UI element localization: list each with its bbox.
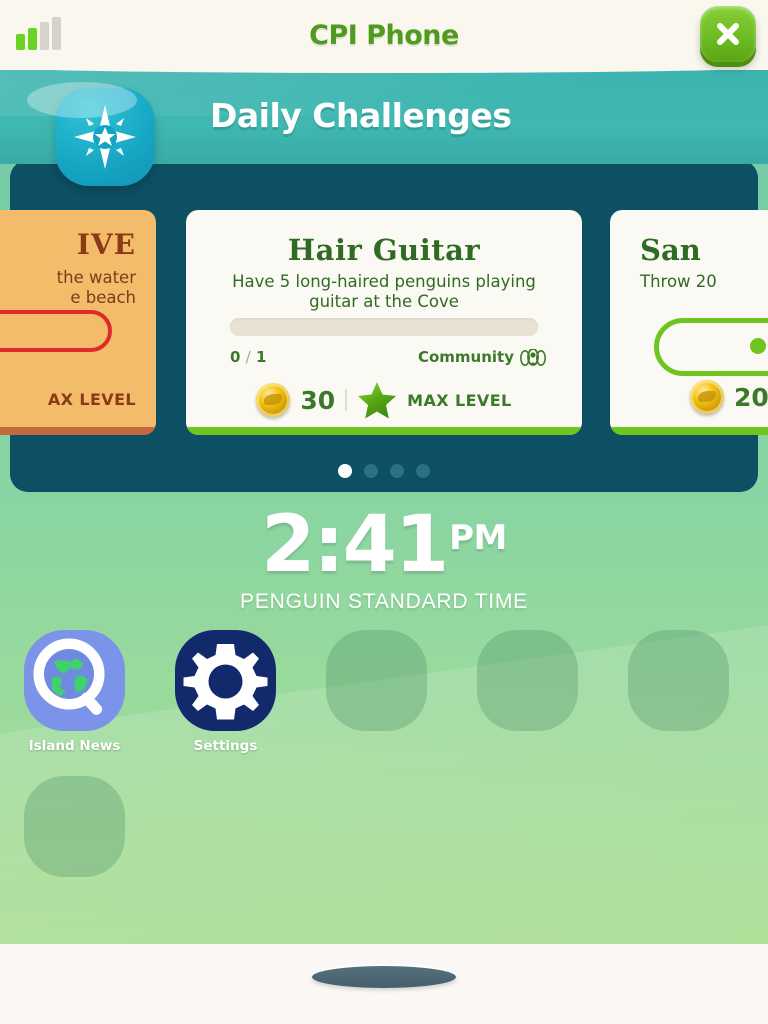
close-button[interactable] bbox=[700, 6, 756, 62]
app-empty-slot-1[interactable] bbox=[326, 630, 427, 754]
page-dot-2[interactable] bbox=[364, 464, 378, 478]
card-community-tag: Community bbox=[418, 348, 546, 366]
clock-ampm: PM bbox=[449, 518, 507, 559]
globe-magnifier-icon bbox=[24, 630, 125, 731]
card-footer-bar bbox=[186, 427, 582, 435]
page-dot-1[interactable] bbox=[338, 464, 352, 478]
empty-app-slot-icon bbox=[326, 630, 427, 731]
three-penguins-icon bbox=[520, 348, 546, 366]
clock-timezone-label: PENGUIN STANDARD TIME bbox=[240, 590, 528, 613]
green-star-icon bbox=[358, 382, 397, 419]
card-max-level-label: AX LEVEL bbox=[47, 390, 136, 409]
app-empty-slot-4[interactable] bbox=[24, 776, 125, 877]
card-description: Throw 20 bbox=[640, 272, 717, 291]
card-reward-row: 20 bbox=[610, 380, 768, 414]
card-description: the water e beach bbox=[56, 268, 136, 307]
status-bar: CPI Phone bbox=[0, 0, 768, 73]
card-title: Hair Guitar bbox=[287, 233, 481, 267]
card-footer-bar bbox=[0, 427, 156, 435]
progress-total: 1 bbox=[255, 348, 267, 366]
progress-separator: / bbox=[245, 348, 251, 366]
card-progress-bar bbox=[230, 318, 538, 336]
card-title: San bbox=[640, 233, 701, 267]
gold-coin-icon bbox=[256, 383, 291, 417]
app-grid: Island News Settings bbox=[24, 630, 744, 877]
app-empty-slot-3[interactable] bbox=[628, 630, 729, 754]
reward-divider bbox=[345, 389, 348, 411]
phone-screen: CPI Phone Daily Challenges IVE the water… bbox=[0, 0, 768, 1024]
challenges-title: Daily Challenges bbox=[210, 96, 512, 135]
gold-coin-icon bbox=[690, 380, 724, 414]
clock-widget: 2:41PM PENGUIN STANDARD TIME bbox=[0, 506, 768, 614]
challenge-card-left[interactable]: IVE the water e beach AX LEVEL bbox=[0, 210, 156, 435]
empty-app-slot-icon bbox=[477, 630, 578, 731]
empty-app-slot-icon bbox=[628, 630, 729, 731]
card-surface: Hair Guitar Have 5 long-haired penguins … bbox=[186, 210, 582, 428]
empty-app-slot-icon bbox=[24, 776, 125, 877]
card-surface: San Throw 20 20 bbox=[610, 210, 768, 428]
app-island-news[interactable]: Island News bbox=[24, 630, 125, 754]
card-progress-count: 0 / 1 bbox=[230, 348, 266, 366]
community-label: Community bbox=[417, 348, 514, 366]
gear-icon bbox=[175, 630, 276, 731]
app-settings[interactable]: Settings bbox=[175, 630, 276, 754]
app-label: Settings bbox=[193, 738, 258, 754]
challenge-card-right[interactable]: San Throw 20 20 bbox=[610, 210, 768, 435]
clock-time: 2:41 bbox=[261, 500, 449, 590]
home-button-icon[interactable] bbox=[312, 966, 456, 988]
card-progress-outline bbox=[0, 310, 112, 352]
card-footer-bar bbox=[610, 427, 768, 435]
challenge-card-hair-guitar[interactable]: Hair Guitar Have 5 long-haired penguins … bbox=[186, 210, 582, 435]
card-progress-dot bbox=[750, 338, 766, 354]
card-description: Have 5 long-haired penguins playing guit… bbox=[232, 272, 536, 311]
page-dot-3[interactable] bbox=[390, 464, 404, 478]
compass-star-icon bbox=[27, 82, 155, 186]
card-max-level-label: MAX LEVEL bbox=[407, 390, 512, 410]
card-reward-row: 30 MAX LEVEL bbox=[186, 380, 582, 420]
page-title: CPI Phone bbox=[309, 19, 459, 51]
app-empty-slot-2[interactable] bbox=[477, 630, 578, 754]
coin-reward-value: 30 bbox=[300, 385, 336, 415]
progress-current: 0 bbox=[230, 348, 241, 366]
coin-reward-value: 20 bbox=[734, 382, 768, 412]
carousel-page-dots[interactable] bbox=[0, 464, 768, 478]
close-x-icon bbox=[717, 23, 739, 45]
card-surface: IVE the water e beach AX LEVEL bbox=[0, 210, 156, 428]
app-label: Island News bbox=[28, 738, 121, 754]
card-title: IVE bbox=[76, 228, 136, 261]
device-bezel bbox=[0, 944, 768, 1024]
page-dot-4[interactable] bbox=[416, 464, 430, 478]
